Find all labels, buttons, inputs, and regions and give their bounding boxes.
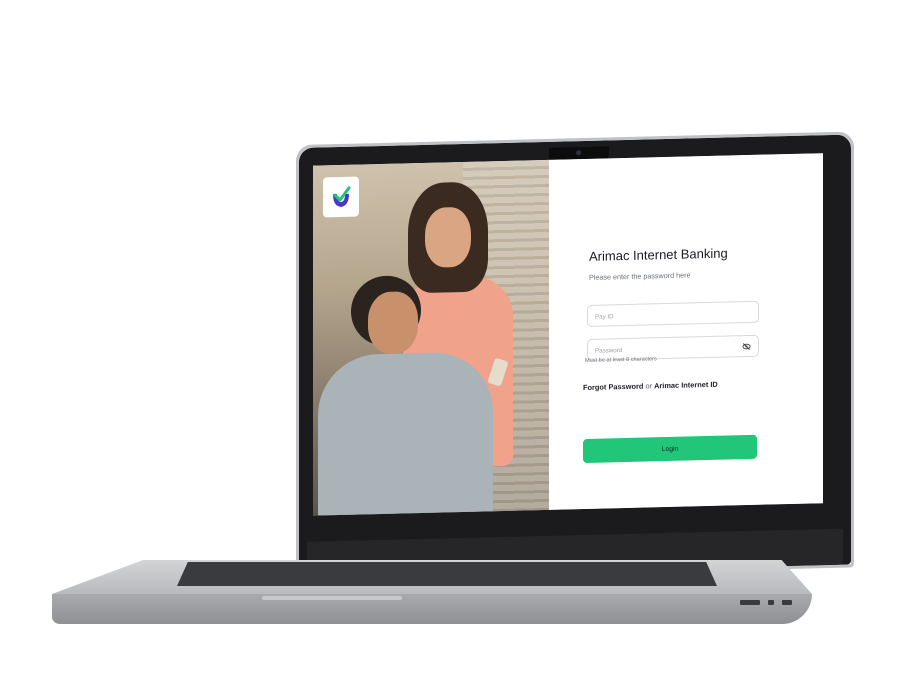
laptop-base	[52, 560, 812, 632]
page-title: Arimac Internet Banking	[589, 245, 728, 264]
shield-check-logo-icon	[333, 186, 351, 207]
login-panel: Arimac Internet Banking Please enter the…	[549, 153, 823, 510]
laptop-front-edge	[52, 594, 812, 624]
laptop-screen: Arimac Internet Banking Please enter the…	[313, 153, 823, 516]
headphone-port	[768, 600, 774, 605]
trackpad-lip	[262, 596, 402, 600]
password-hint: Must be at least 8 characters	[585, 356, 657, 365]
pay-id-field[interactable]	[587, 300, 759, 328]
or-text: or	[645, 381, 653, 391]
hero-photo	[313, 159, 549, 516]
photo-person-older	[318, 351, 493, 516]
photo-person-young-face	[425, 206, 471, 268]
eye-off-icon[interactable]	[742, 342, 751, 351]
sd-card-slot	[740, 600, 760, 605]
help-links: Forgot Password or Arimac Internet ID	[583, 380, 718, 392]
keyboard	[177, 562, 717, 586]
pay-id-input[interactable]	[588, 303, 735, 328]
arimac-id-link[interactable]: Arimac Internet ID	[654, 380, 718, 391]
brand-logo	[323, 176, 359, 218]
usb-c-port	[782, 600, 792, 605]
photo-person-older-face	[368, 291, 418, 355]
camera-icon	[576, 150, 581, 156]
page-subtitle: Please enter the password here	[589, 270, 691, 282]
login-button[interactable]: Login	[583, 434, 757, 464]
laptop-lid: Arimac Internet Banking Please enter the…	[296, 131, 854, 582]
forgot-password-link[interactable]: Forgot Password	[583, 382, 643, 392]
